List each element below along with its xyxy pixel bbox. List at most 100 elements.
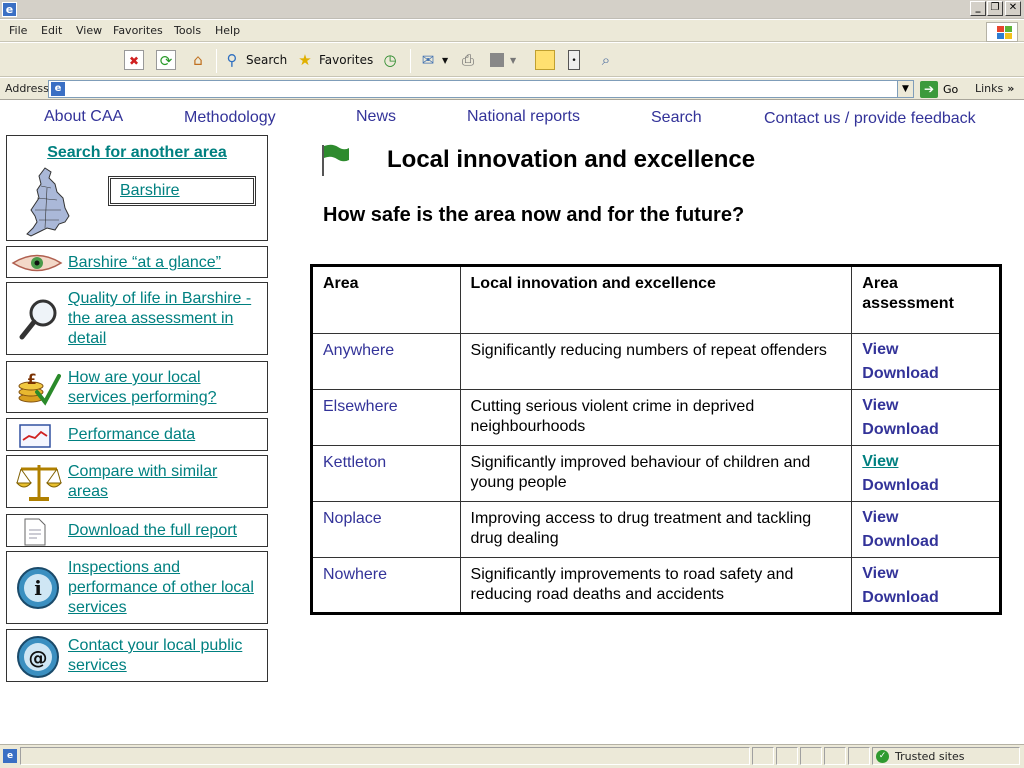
chevron-down-icon[interactable]: ▼ [897,81,913,97]
sidebar-item-contact-services[interactable]: @ Contact your local public services [6,629,268,682]
history-button[interactable]: ◷ [380,49,404,71]
status-pane [800,747,822,765]
eye-icon [11,254,63,272]
sidebar-item-label[interactable]: How are your local services performing? [68,368,258,408]
search-button[interactable]: ⚲ Search [222,49,288,71]
edit-button[interactable]: ▼ [490,49,516,71]
search-another-area-link[interactable]: Search for another area [7,144,267,162]
area-name: Kettleton [311,445,461,502]
sidebar-item-label[interactable]: Contact your local public services [68,636,263,676]
home-button[interactable]: ⌂ [188,49,212,71]
view-link[interactable]: View [862,338,989,362]
sidebar-item-label[interactable]: Barshire “at a glance” [68,253,221,273]
refresh-button[interactable]: ⟳ [156,49,180,71]
innovation-text: Cutting serious violent crime in deprive… [459,389,853,446]
document-icon [24,518,46,546]
ie-icon: e [2,2,17,17]
printer-icon: ⎙ [461,51,474,69]
nav-contact-link[interactable]: Contact us / provide feedback [764,110,976,128]
go-label: Go [943,82,959,96]
menu-help[interactable]: Help [215,24,240,37]
england-map-icon [26,167,70,237]
view-link[interactable]: View [862,450,989,474]
scales-icon [15,465,63,501]
menu-tools[interactable]: Tools [174,24,201,37]
sidebar-item-label[interactable]: Download the full report [68,521,237,541]
go-arrow-icon: ➔ [920,80,938,98]
favorites-button-label: Favorites [319,53,374,67]
device-icon: • [568,50,580,70]
close-window-button[interactable]: ✕ [1005,1,1021,16]
view-link[interactable]: View [862,506,989,530]
address-bar: Address e ▼ ➔ Go Links» [0,78,1024,100]
mail-icon: ✉ [421,51,435,69]
sidebar-item-download-report[interactable]: Download the full report [6,514,268,547]
nav-news-link[interactable]: News [356,108,396,126]
nav-national-reports-link[interactable]: National reports [467,108,580,126]
money-check-icon: £ [18,372,61,406]
menu-file[interactable]: File [9,24,27,37]
menu-bar: File Edit View Favorites Tools Help [0,20,1024,42]
note-icon [535,50,555,70]
mail-button[interactable]: ✉ ▼ [418,49,448,71]
stop-icon: ✖ [124,50,144,70]
table-row: Noplace Improving access to drug treatme… [311,501,1001,558]
research-button[interactable]: ⌕ [596,49,620,71]
status-pane [824,747,846,765]
table-row: Elsewhere Cutting serious violent crime … [311,389,1001,446]
sidebar-item-quality-of-life[interactable]: Quality of life in Barshire - the area a… [6,282,268,355]
table-row: Nowhere Significantly improvements to ro… [311,557,1001,614]
discuss-button[interactable] [535,49,559,71]
view-link[interactable]: View [862,562,989,586]
menu-favorites[interactable]: Favorites [113,24,163,37]
nav-search-link[interactable]: Search [651,109,702,127]
nav-methodology-link[interactable]: Methodology [184,109,276,127]
status-pane [776,747,798,765]
links-button[interactable]: Links» [975,82,1014,95]
minimize-button[interactable]: _ [970,1,986,16]
email-globe-icon: @ [17,636,59,678]
sidebar-item-label[interactable]: Inspections and performance of other loc… [68,558,258,618]
download-link[interactable]: Download [862,530,989,554]
address-input[interactable]: e ▼ [48,80,914,98]
chevron-right-icon: » [1007,82,1015,95]
sidebar-item-performance-data[interactable]: Performance data [6,418,268,451]
go-button[interactable]: ➔ Go [920,80,958,98]
edit-icon [490,53,504,67]
menu-view[interactable]: View [76,24,102,37]
research-icon: ⌕ [601,51,611,69]
page-title: Local innovation and excellence [387,146,756,173]
sidebar-item-compare[interactable]: Compare with similar areas [6,455,268,508]
stop-button[interactable]: ✖ [124,49,148,71]
status-pane [752,747,774,765]
download-link[interactable]: Download [862,474,989,498]
menu-edit[interactable]: Edit [41,24,62,37]
sidebar-item-at-a-glance[interactable]: Barshire “at a glance” [6,246,268,278]
area-name: Noplace [311,501,461,558]
column-header-area: Area [311,265,461,334]
search-button-label: Search [246,53,288,67]
download-link[interactable]: Download [862,362,989,386]
column-header-innovation: Local innovation and excellence [459,265,853,334]
area-name: Nowhere [311,557,461,614]
security-zone[interactable]: ✓ Trusted sites [872,747,1020,765]
svg-text:@: @ [29,647,48,669]
sidebar-item-label[interactable]: Performance data [68,425,195,445]
messenger-button[interactable]: • [568,49,584,71]
nav-about-link[interactable]: About CAA [44,108,123,126]
sidebar-item-services-performing[interactable]: £ How are your local services performing… [6,361,268,413]
print-button[interactable]: ⎙ [458,49,482,71]
svg-text:i: i [34,576,42,600]
status-pane [848,747,870,765]
sidebar-item-label[interactable]: Compare with similar areas [68,462,258,502]
area-search-input[interactable]: Barshire [108,176,256,206]
sidebar-item-label[interactable]: Quality of life in Barshire - the area a… [68,289,263,349]
history-icon: ◷ [383,51,397,69]
sidebar-item-inspections[interactable]: i Inspections and performance of other l… [6,551,268,624]
download-link[interactable]: Download [862,418,989,442]
view-link[interactable]: View [862,394,989,418]
restore-button[interactable]: ❐ [987,1,1003,16]
area-search-box: Search for another area Barshire [6,135,268,241]
download-link[interactable]: Download [862,586,989,610]
favorites-button[interactable]: ★ Favorites [295,49,373,71]
